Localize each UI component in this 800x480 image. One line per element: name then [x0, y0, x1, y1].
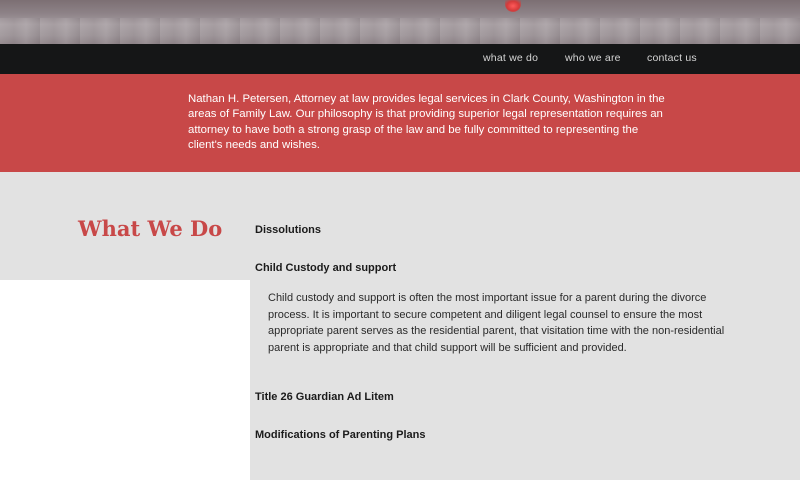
service-heading-parenting-plans: Modifications of Parenting Plans: [255, 429, 426, 441]
service-heading-dissolutions: Dissolutions: [255, 224, 322, 236]
sun-reflection: [505, 0, 521, 12]
service-heading-child-custody: Child Custody and support: [255, 262, 397, 274]
what-we-do-section: What We Do Dissolutions Child Custody an…: [0, 172, 800, 480]
nav-what-we-do[interactable]: what we do: [483, 52, 538, 64]
intro-text: Nathan H. Petersen, Attorney at law prov…: [188, 93, 665, 152]
service-description-child-custody: Child custody and support is often the m…: [268, 292, 725, 354]
main-navbar: what we do who we are contact us: [0, 44, 800, 74]
nav-contact-us[interactable]: contact us: [647, 52, 697, 64]
left-panel: [0, 280, 250, 480]
nav-who-we-are[interactable]: who we are: [565, 52, 621, 64]
water-reflection: [0, 18, 800, 44]
section-title: What We Do: [78, 216, 223, 241]
intro-banner: Nathan H. Petersen, Attorney at law prov…: [0, 74, 800, 172]
service-heading-guardian-ad-litem: Title 26 Guardian Ad Litem: [255, 391, 394, 403]
hero-banner-image: [0, 0, 800, 44]
